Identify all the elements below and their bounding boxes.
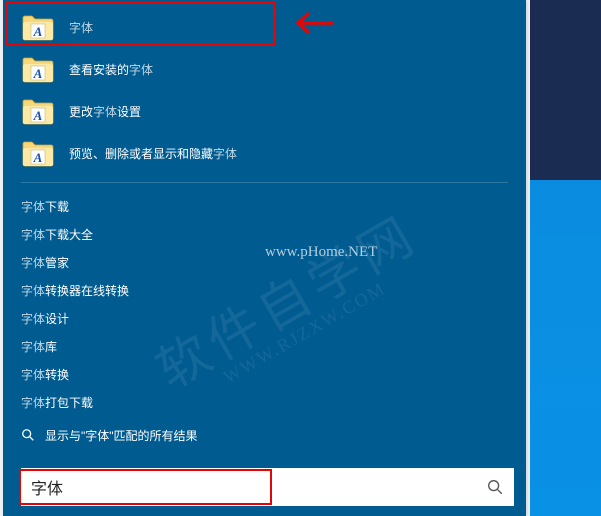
result-label: 预览、删除或者显示和隐藏字体: [69, 145, 237, 162]
web-suggestion[interactable]: 字体设计: [21, 305, 508, 333]
search-icon: [486, 478, 504, 496]
see-all-results-label: 显示与"字体"匹配的所有结果: [45, 427, 198, 444]
fonts-folder-icon: A: [21, 10, 55, 44]
web-suggestion[interactable]: 字体转换: [21, 361, 508, 389]
search-button[interactable]: [476, 468, 514, 506]
desktop-background: [530, 0, 601, 516]
result-label: 字体: [69, 19, 93, 36]
search-bar: [21, 468, 514, 506]
search-panel: A字体A查看安装的字体A更改字体设置A预览、删除或者显示和隐藏字体 字体下载字体…: [3, 0, 526, 516]
web-suggestion[interactable]: 字体管家: [21, 249, 508, 277]
web-suggestion[interactable]: 字体下载大全: [21, 221, 508, 249]
result-item[interactable]: A 预览、删除或者显示和隐藏字体: [21, 132, 508, 174]
result-label: 查看安装的字体: [69, 61, 153, 78]
web-suggestion[interactable]: 字体转换器在线转换: [21, 277, 508, 305]
result-item[interactable]: A 字体: [21, 6, 508, 48]
fonts-folder-icon: A: [21, 52, 55, 86]
web-suggestion[interactable]: 字体打包下载: [21, 389, 508, 417]
web-suggestions-section: 字体下载字体下载大全字体管家字体转换器在线转换字体设计字体库字体转换字体打包下载…: [3, 183, 526, 453]
search-icon: [21, 428, 35, 442]
fonts-folder-icon: A: [21, 136, 55, 170]
top-results-section: A 字体 A 查看安装的字体 A 更改字体设置 A 预览、删除或者显示和隐藏字体: [21, 0, 508, 183]
see-all-results[interactable]: 显示与"字体"匹配的所有结果: [21, 421, 508, 449]
svg-text:A: A: [33, 108, 43, 123]
web-suggestion[interactable]: 字体下载: [21, 193, 508, 221]
svg-text:A: A: [33, 24, 43, 39]
result-item[interactable]: A 查看安装的字体: [21, 48, 508, 90]
result-label: 更改字体设置: [69, 103, 141, 120]
svg-text:A: A: [33, 66, 43, 81]
web-suggestion[interactable]: 字体库: [21, 333, 508, 361]
svg-text:A: A: [33, 150, 43, 165]
fonts-folder-icon: A: [21, 94, 55, 128]
search-input[interactable]: [21, 468, 476, 506]
result-item[interactable]: A 更改字体设置: [21, 90, 508, 132]
